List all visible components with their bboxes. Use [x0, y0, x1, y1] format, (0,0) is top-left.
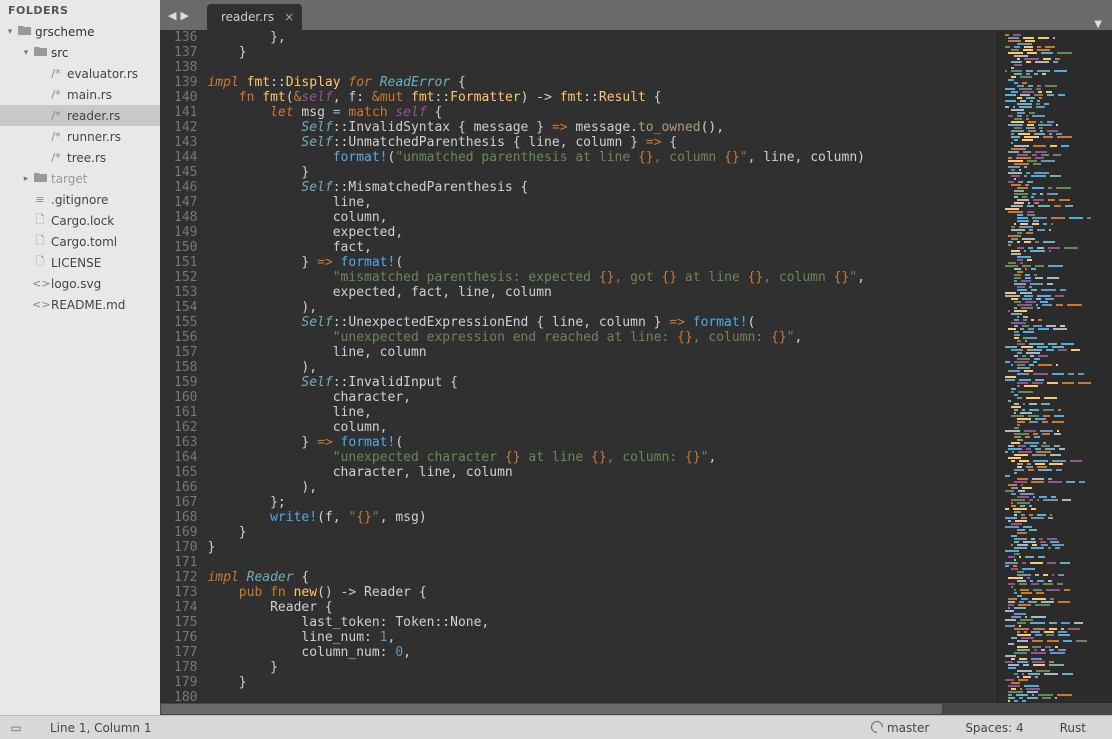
panel-icon[interactable]: ▭ [8, 721, 24, 735]
tab-reader-rs[interactable]: reader.rs × [207, 4, 302, 30]
folder-tree[interactable]: ▾grscheme▾src/*evaluator.rs/*main.rs/*re… [0, 21, 160, 715]
file-icon: /* [48, 67, 64, 80]
minimap[interactable] [997, 30, 1112, 703]
file-icon: /* [48, 130, 64, 143]
folder-icon [32, 46, 48, 60]
file-icon: /* [48, 109, 64, 122]
tree-item--gitignore[interactable]: ≡.gitignore [0, 189, 160, 210]
tree-item-label: LICENSE [51, 256, 101, 270]
sidebar: FOLDERS ▾grscheme▾src/*evaluator.rs/*mai… [0, 0, 160, 715]
tree-item-src[interactable]: ▾ src [0, 42, 160, 63]
sidebar-header: FOLDERS [0, 0, 160, 21]
tab-bar: ◀ ▶ reader.rs × ▼ [160, 0, 1112, 30]
status-language[interactable]: Rust [1042, 721, 1104, 735]
tree-item-label: tree.rs [67, 151, 106, 165]
file-icon: <> [32, 277, 48, 290]
tree-item-grscheme[interactable]: ▾ grscheme [0, 21, 160, 42]
tab-menu-icon[interactable]: ▼ [1084, 19, 1112, 30]
tree-item-main-rs[interactable]: /*main.rs [0, 84, 160, 105]
tree-item-label: .gitignore [51, 193, 108, 207]
tree-item-label: logo.svg [51, 277, 101, 291]
file-icon: 🗋 [32, 232, 48, 251]
tree-item-label: src [51, 46, 69, 60]
tree-item-license[interactable]: 🗋LICENSE [0, 252, 160, 273]
tree-item-label: grscheme [35, 25, 94, 39]
file-icon: 🗋 [32, 211, 48, 230]
nav-arrows: ◀ ▶ [160, 0, 197, 30]
tree-item-runner-rs[interactable]: /*runner.rs [0, 126, 160, 147]
tree-item-label: reader.rs [67, 109, 120, 123]
tree-item-cargo-toml[interactable]: 🗋Cargo.toml [0, 231, 160, 252]
tree-item-label: target [51, 172, 88, 186]
tree-item-target[interactable]: ▸ target [0, 168, 160, 189]
scrollbar-thumb[interactable] [161, 704, 942, 714]
tree-item-label: runner.rs [67, 130, 121, 144]
nav-forward-icon[interactable]: ▶ [178, 9, 190, 22]
code-body[interactable]: }, } impl fmt::Display for ReadError { f… [207, 30, 997, 703]
file-icon: 🗋 [32, 253, 48, 272]
editor-pane: ◀ ▶ reader.rs × ▼ 1361371381391401411421… [160, 0, 1112, 715]
file-icon: /* [48, 151, 64, 164]
tree-item-readme-md[interactable]: <>README.md [0, 294, 160, 315]
tree-item-cargo-lock[interactable]: 🗋Cargo.lock [0, 210, 160, 231]
disclosure-icon: ▾ [4, 27, 16, 37]
status-position[interactable]: Line 1, Column 1 [32, 721, 170, 735]
close-icon[interactable]: × [284, 10, 294, 24]
status-indent[interactable]: Spaces: 4 [947, 721, 1041, 735]
file-icon: /* [48, 88, 64, 101]
horizontal-scrollbar[interactable] [160, 703, 1112, 715]
file-icon: <> [32, 298, 48, 311]
nav-back-icon[interactable]: ◀ [166, 9, 178, 22]
tree-item-tree-rs[interactable]: /*tree.rs [0, 147, 160, 168]
line-gutter: 1361371381391401411421431441451461471481… [160, 30, 207, 703]
folder-icon [32, 172, 48, 186]
disclosure-icon: ▸ [20, 174, 32, 184]
tree-item-label: evaluator.rs [67, 67, 138, 81]
file-icon: ≡ [32, 193, 48, 206]
code-area: 1361371381391401411421431441451461471481… [160, 30, 1112, 703]
tree-item-label: README.md [51, 298, 125, 312]
tree-item-label: main.rs [67, 88, 112, 102]
tab-label: reader.rs [221, 10, 274, 24]
tree-item-label: Cargo.toml [51, 235, 117, 249]
status-bar: ▭ Line 1, Column 1 master Spaces: 4 Rust [0, 715, 1112, 739]
tree-item-label: Cargo.lock [51, 214, 114, 228]
tree-item-evaluator-rs[interactable]: /*evaluator.rs [0, 63, 160, 84]
tree-item-reader-rs[interactable]: /*reader.rs [0, 105, 160, 126]
status-git-branch[interactable]: master [853, 721, 947, 735]
folder-icon [16, 25, 32, 39]
disclosure-icon: ▾ [20, 48, 32, 58]
tree-item-logo-svg[interactable]: <>logo.svg [0, 273, 160, 294]
